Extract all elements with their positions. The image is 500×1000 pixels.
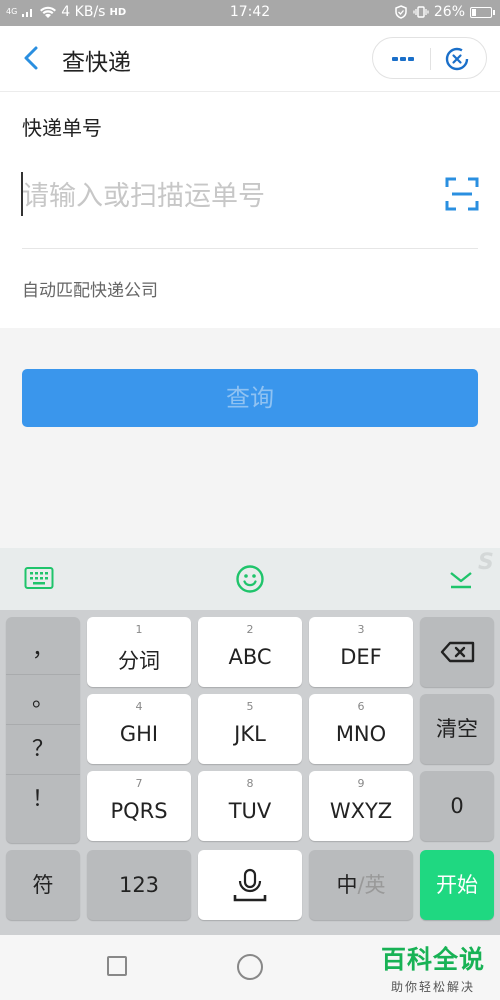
key-label: TUV (228, 799, 272, 823)
key-label: 清空 (436, 717, 478, 741)
battery-icon (470, 6, 495, 18)
punct-period-key[interactable]: 。 (6, 675, 80, 725)
capsule-divider (430, 48, 431, 70)
numbers-key[interactable]: 123 (87, 850, 191, 920)
key-number: 2 (246, 623, 254, 636)
key-number: 1 (135, 623, 143, 636)
key-number: 5 (246, 700, 254, 713)
target-close-icon[interactable] (444, 46, 470, 72)
key-3-def[interactable]: 3 DEF (309, 617, 413, 687)
key-label: WXYZ (329, 799, 393, 823)
clear-key[interactable]: 清空 (420, 694, 494, 764)
key-label: MNO (335, 722, 387, 746)
tracking-number-label: 快递单号 (22, 116, 102, 140)
microphone-icon (233, 868, 267, 902)
app-header: 查快递 (0, 26, 500, 92)
enter-key[interactable]: 开始 (420, 850, 494, 920)
key-label: 中/英 (309, 850, 413, 920)
key-number: 8 (246, 777, 254, 790)
language-switch-key[interactable]: 中/英 (309, 850, 413, 920)
backspace-icon (440, 641, 475, 663)
recents-button[interactable] (107, 956, 127, 976)
punct-exclaim-key[interactable]: ！ (6, 775, 80, 825)
key-label: GHI (119, 722, 159, 746)
page-title: 查快递 (62, 50, 131, 76)
keyboard-icon[interactable] (24, 566, 54, 590)
chevron-left-icon[interactable] (18, 44, 46, 72)
key-label: 开始 (436, 873, 478, 897)
punctuation-column: ， 。 ？ ！ (6, 617, 80, 843)
auto-match-courier: 自动匹配快递公司 (22, 281, 158, 301)
key-4-ghi[interactable]: 4 GHI (87, 694, 191, 764)
key-1-fenci[interactable]: 1 分词 (87, 617, 191, 687)
lang-en-label: 英 (364, 873, 386, 897)
more-dots-icon[interactable] (389, 48, 417, 70)
keyboard-toolbar: S (0, 548, 500, 610)
key-number: 7 (135, 777, 143, 790)
key-label: DEF (340, 645, 382, 669)
key-number: 4 (135, 700, 143, 713)
punct-comma-key[interactable]: ， (6, 625, 80, 675)
keyboard: ， 。 ？ ！ 1 分词 2 ABC 3 DEF 4 GHI 5 JKL 6 M… (0, 610, 500, 935)
key-label: 符 (32, 873, 54, 897)
symbols-key[interactable]: 符 (6, 850, 80, 920)
watermark-logo: 百科全说 助你轻松解决 (372, 940, 494, 996)
home-button[interactable] (237, 954, 263, 980)
key-5-jkl[interactable]: 5 JKL (198, 694, 302, 764)
status-bar: 4G 4 KB/s HD 17:42 26% (0, 0, 500, 26)
miniapp-capsule (372, 37, 487, 79)
clock: 17:42 (229, 4, 271, 20)
battery-percent: 26% (433, 4, 465, 20)
key-number: 3 (357, 623, 365, 636)
punct-question-key[interactable]: ？ (6, 725, 80, 775)
query-button[interactable]: 查询 (22, 369, 478, 427)
vibrate-icon (413, 6, 429, 18)
lang-zh-label: 中 (336, 873, 358, 897)
backspace-key[interactable] (420, 617, 494, 687)
key-9-wxyz[interactable]: 9 WXYZ (309, 771, 413, 841)
key-number: 6 (357, 700, 365, 713)
key-2-abc[interactable]: 2 ABC (198, 617, 302, 687)
key-label: ABC (228, 645, 272, 669)
battery-fill (472, 8, 476, 16)
tracking-number-input[interactable] (22, 176, 422, 216)
key-label: 123 (118, 873, 160, 897)
key-label: 分词 (118, 649, 160, 673)
lang-separator: / (357, 873, 365, 897)
key-label: JKL (234, 722, 266, 746)
key-8-tuv[interactable]: 8 TUV (198, 771, 302, 841)
tracking-form: 快递单号 自动匹配快递公司 (0, 92, 500, 328)
key-number: 9 (357, 777, 365, 790)
emoji-icon[interactable] (235, 564, 265, 594)
watermark-title: 百科全说 (380, 945, 485, 974)
hide-keyboard-icon[interactable] (447, 568, 475, 590)
voice-input-key[interactable] (198, 850, 302, 920)
form-divider (22, 248, 478, 249)
scan-icon[interactable] (444, 176, 480, 212)
key-6-mno[interactable]: 6 MNO (309, 694, 413, 764)
key-7-pqrs[interactable]: 7 PQRS (87, 771, 191, 841)
shield-icon (395, 5, 407, 19)
zero-key[interactable]: 0 (420, 771, 494, 841)
key-label: 0 (450, 794, 464, 818)
key-label: PQRS (110, 799, 168, 823)
watermark-subtitle: 助你轻松解决 (390, 980, 475, 994)
input-method-logo: S (478, 550, 494, 575)
